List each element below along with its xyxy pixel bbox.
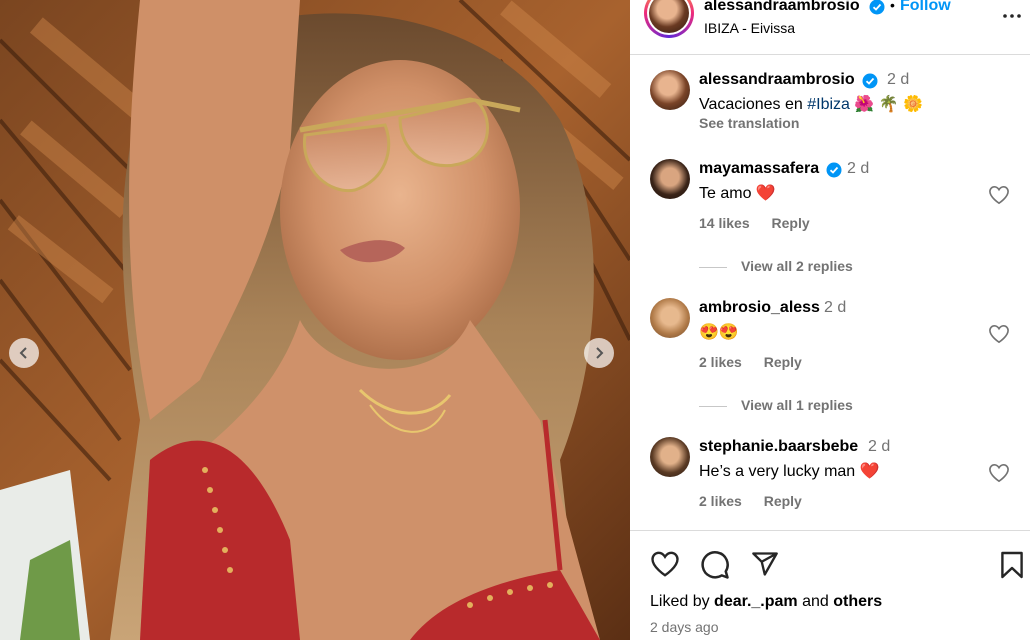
reply-button[interactable]: Reply — [764, 493, 802, 509]
post-timestamp[interactable]: 2 days ago — [650, 619, 719, 635]
post-actions-bar: Liked by dear._.pam and others 2 days ag… — [630, 530, 1030, 640]
author-avatar[interactable] — [644, 0, 694, 38]
view-replies-button[interactable]: View all 2 replies — [699, 258, 853, 274]
replies-divider — [699, 266, 727, 268]
previous-image-button[interactable] — [9, 338, 39, 368]
comment-time[interactable]: 2 d — [824, 299, 846, 317]
heart-icon[interactable] — [988, 185, 1010, 205]
caption-text: Vacaciones en #Ibiza 🌺 🌴 🌼 — [699, 96, 924, 113]
heart-icon[interactable] — [650, 550, 680, 578]
follow-button[interactable]: Follow — [900, 0, 951, 15]
reply-button[interactable]: Reply — [772, 215, 810, 231]
comment-likes-count[interactable]: 2 likes — [699, 354, 742, 370]
chevron-left-icon — [19, 347, 27, 359]
comment-meta: 14 likes Reply — [699, 215, 828, 231]
heart-emoji: ❤️ — [755, 185, 776, 202]
post-side-panel: alessandraambrosio • Follow IBIZA - Eivi… — [630, 0, 1030, 640]
see-translation-link[interactable]: See translation — [699, 115, 799, 131]
comment-text: Te amo ❤️ — [699, 185, 776, 202]
commenter-username[interactable]: stephanie.baarsbebe — [699, 438, 858, 456]
next-image-button[interactable] — [584, 338, 614, 368]
caption-time[interactable]: 2 d — [887, 71, 909, 89]
replies-divider — [699, 405, 727, 407]
liked-by-line: Liked by dear._.pam and others — [650, 593, 883, 610]
more-options-icon[interactable] — [1002, 6, 1022, 26]
separator-dot: • — [890, 0, 895, 13]
comment-text: He’s a very lucky man ❤️ — [699, 463, 880, 480]
reply-button[interactable]: Reply — [764, 354, 802, 370]
bookmark-icon[interactable] — [1000, 550, 1024, 580]
comment-time[interactable]: 2 d — [847, 160, 869, 178]
caption-emojis: 🌺 🌴 🌼 — [854, 96, 924, 113]
comment-likes-count[interactable]: 2 likes — [699, 493, 742, 509]
comment-icon[interactable] — [700, 550, 730, 580]
commenter-avatar[interactable] — [650, 159, 690, 199]
comment-item: stephanie.baarsbebe 2 d He’s a very luck… — [630, 437, 1030, 517]
comment-meta: 2 likes Reply — [699, 493, 820, 509]
post-media[interactable] — [0, 0, 630, 640]
comment-item: ambrosio_aless 2 d 😍😍 2 likes Reply — [630, 298, 1030, 378]
hashtag-link[interactable]: #Ibiza — [807, 96, 850, 113]
heart-icon[interactable] — [988, 463, 1010, 483]
comment-text: 😍😍 — [699, 322, 739, 342]
commenter-avatar[interactable] — [650, 298, 690, 338]
comment-meta: 2 likes Reply — [699, 354, 820, 370]
liked-by-user-link[interactable]: dear._.pam — [714, 593, 798, 610]
verified-badge-icon — [869, 0, 885, 15]
verified-badge-icon — [862, 73, 878, 89]
author-username[interactable]: alessandraambrosio — [704, 0, 860, 15]
caption-username[interactable]: alessandraambrosio — [699, 71, 855, 89]
heart-emoji: ❤️ — [859, 463, 880, 480]
commenter-username[interactable]: ambrosio_aless — [699, 299, 820, 317]
comment-item: mayamassafera 2 d Te amo ❤️ 14 likes Rep… — [630, 159, 1030, 239]
liked-by-others-link[interactable]: others — [833, 593, 882, 610]
commenter-avatar[interactable] — [650, 437, 690, 477]
share-icon[interactable] — [750, 550, 780, 578]
comment-likes-count[interactable]: 14 likes — [699, 215, 750, 231]
post-caption: alessandraambrosio 2 d Vacaciones en #Ib… — [630, 70, 1030, 140]
heart-eyes-emoji: 😍😍 — [699, 324, 739, 341]
commenter-username[interactable]: mayamassafera — [699, 160, 819, 178]
heart-icon[interactable] — [988, 324, 1010, 344]
post-header: alessandraambrosio • Follow IBIZA - Eivi… — [630, 0, 1030, 55]
comment-time[interactable]: 2 d — [868, 438, 890, 456]
caption-avatar[interactable] — [650, 70, 690, 110]
post-location[interactable]: IBIZA - Eivissa — [704, 20, 795, 36]
chevron-right-icon — [596, 347, 604, 359]
post-photo — [0, 0, 630, 640]
verified-badge-icon — [826, 162, 842, 178]
view-replies-button[interactable]: View all 1 replies — [699, 397, 853, 413]
